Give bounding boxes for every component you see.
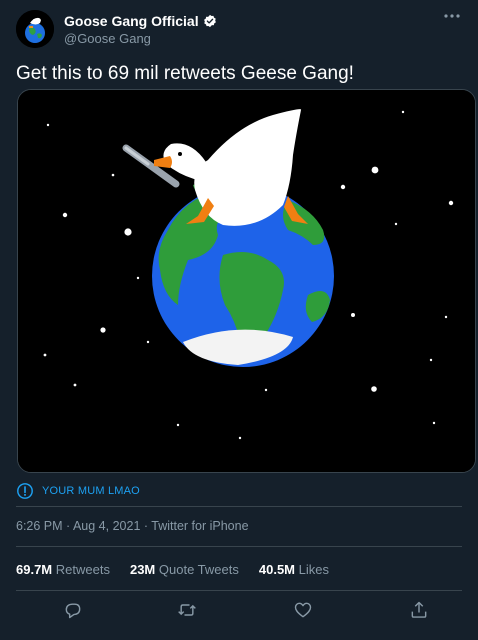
share-icon[interactable] (409, 600, 429, 620)
retweets-label: Retweets (55, 562, 110, 577)
tweet-media-image[interactable] (17, 89, 476, 473)
notice-text[interactable]: YOUR MUM LMAO (42, 485, 140, 497)
verified-badge-icon (203, 14, 216, 28)
divider (16, 546, 462, 547)
retweets-stat[interactable]: 69.7M Retweets (16, 562, 110, 577)
divider (16, 506, 462, 507)
exclamation-circle-icon (17, 483, 33, 499)
likes-label: Likes (298, 562, 329, 577)
divider (16, 590, 462, 591)
retweets-count: 69.7M (16, 562, 53, 577)
tweet-header: Goose Gang Official @Goose Gang (16, 10, 462, 48)
like-icon[interactable] (293, 600, 313, 620)
likes-stat[interactable]: 40.5M Likes (259, 562, 329, 577)
reply-icon[interactable] (63, 600, 83, 620)
handle[interactable]: @Goose Gang (64, 31, 151, 46)
retweet-icon[interactable] (177, 600, 197, 620)
likes-count: 40.5M (258, 562, 296, 577)
quote-tweets-stat[interactable]: 23M Quote Tweets (130, 562, 239, 577)
quote-tweets-label: Quote Tweets (158, 562, 239, 577)
action-bar (0, 598, 478, 626)
tweet-timestamp[interactable]: 6:26 PM · Aug 4, 2021 · Twitter for iPho… (16, 519, 249, 533)
display-name[interactable]: Goose Gang Official (64, 13, 199, 29)
more-dots-icon[interactable] (442, 10, 462, 26)
tweet-text: Get this to 69 mil retweets Geese Gang! (16, 63, 354, 84)
notice[interactable]: YOUR MUM LMAO (16, 482, 140, 500)
quote-tweets-count: 23M (129, 562, 156, 577)
avatar[interactable] (16, 10, 54, 48)
name-row: Goose Gang Official (64, 13, 217, 29)
tweet-stats: 69.7M Retweets 23M Quote Tweets 40.5M Li… (16, 562, 329, 577)
